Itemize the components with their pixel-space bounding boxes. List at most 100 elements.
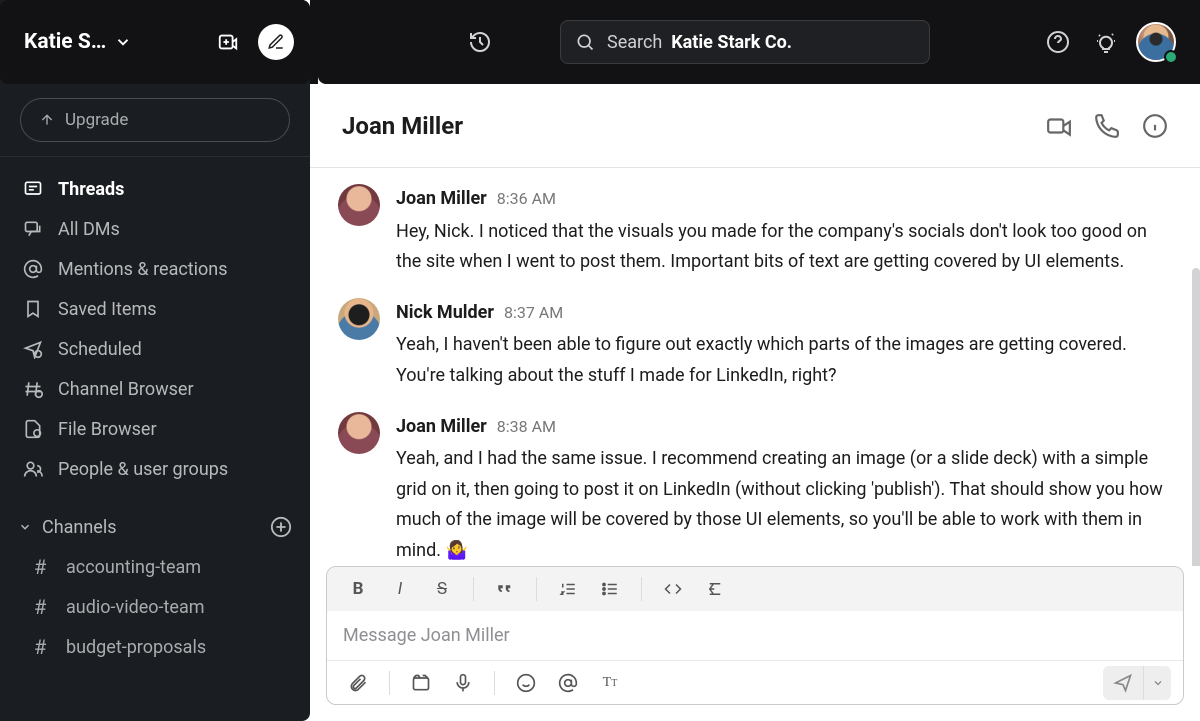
channel-accounting-team[interactable]: # accounting-team (0, 547, 310, 587)
nav-label: People & user groups (58, 459, 228, 480)
channel-audio-video-team[interactable]: # audio-video-team (0, 587, 310, 627)
message: Nick Mulder 8:37 AM Yeah, I haven't been… (326, 288, 1184, 402)
nav-label: Threads (58, 179, 124, 200)
video-clip-button[interactable] (402, 666, 440, 700)
file-browser-icon (22, 419, 44, 439)
message-time: 8:38 AM (497, 413, 556, 440)
search-icon (575, 32, 595, 52)
mention-button[interactable] (549, 666, 587, 700)
channel-budget-proposals[interactable]: # budget-proposals (0, 627, 310, 667)
blockquote-button[interactable] (486, 572, 524, 606)
presence-indicator (1164, 50, 1178, 64)
avatar[interactable] (338, 298, 380, 340)
separator (389, 671, 390, 695)
nav-mentions[interactable]: Mentions & reactions (4, 249, 306, 289)
nav-label: Channel Browser (58, 379, 194, 400)
nav-label: All DMs (58, 219, 120, 240)
sidebar: Katie S… Upgrade Threads (0, 0, 310, 721)
nav-label: File Browser (58, 419, 157, 440)
hash-icon: # (34, 635, 52, 659)
channels-label: Channels (42, 517, 117, 538)
separator (473, 577, 474, 601)
separator (494, 671, 495, 695)
message-time: 8:37 AM (504, 299, 563, 326)
italic-button[interactable]: I (381, 572, 419, 606)
nav-label: Mentions & reactions (58, 259, 228, 280)
upgrade-button[interactable]: Upgrade (20, 98, 290, 142)
channel-label: budget-proposals (66, 637, 206, 658)
message-author[interactable]: Joan Miller (396, 184, 487, 215)
divider (0, 156, 310, 157)
upload-icon (39, 112, 55, 128)
format-toolbar: B I S (327, 567, 1183, 611)
at-icon (22, 259, 44, 279)
message: Joan Miller 8:38 AM Yeah, and I had the … (326, 402, 1184, 566)
nav-saved[interactable]: Saved Items (4, 289, 306, 329)
message-author[interactable]: Joan Miller (396, 412, 487, 443)
attach-button[interactable] (339, 666, 377, 700)
bold-button[interactable]: B (339, 572, 377, 606)
video-call-button[interactable] (1046, 113, 1072, 139)
dm-icon (22, 219, 44, 239)
topbar: Search Katie Stark Co. (318, 0, 1200, 84)
nav-all-dms[interactable]: All DMs (4, 209, 306, 249)
conversation-title[interactable]: Joan Miller (342, 112, 463, 140)
chevron-down-icon (114, 33, 132, 51)
whats-new-button[interactable] (1088, 24, 1124, 60)
message-input[interactable]: Message Joan Miller (327, 611, 1183, 660)
ordered-list-button[interactable] (549, 572, 587, 606)
info-button[interactable] (1142, 113, 1168, 139)
channel-browser-icon (22, 379, 44, 399)
strike-button[interactable]: S (423, 572, 461, 606)
message-author[interactable]: Nick Mulder (396, 298, 494, 329)
code-button[interactable] (654, 572, 692, 606)
message-text: Yeah, and I had the same issue. I recomm… (396, 444, 1172, 566)
nav-threads[interactable]: Threads (4, 169, 306, 209)
nav-scheduled[interactable]: Scheduled (4, 329, 306, 369)
search-placeholder: Search Katie Stark Co. (607, 32, 792, 53)
avatar[interactable] (338, 412, 380, 454)
workspace-switcher[interactable]: Katie S… (0, 0, 310, 84)
search-input[interactable]: Search Katie Stark Co. (560, 20, 930, 64)
scrollbar[interactable] (1192, 268, 1200, 566)
user-menu[interactable] (1136, 22, 1176, 62)
nav-file-browser[interactable]: File Browser (4, 409, 306, 449)
history-button[interactable] (462, 24, 498, 60)
send-options-button[interactable] (1143, 666, 1171, 700)
phone-call-button[interactable] (1094, 113, 1120, 139)
scheduled-icon (22, 339, 44, 359)
nav-label: Saved Items (58, 299, 157, 320)
message-text: Yeah, I haven't been able to figure out … (396, 330, 1172, 391)
channels-header[interactable]: Channels (0, 507, 310, 547)
bullet-list-button[interactable] (591, 572, 629, 606)
people-icon (22, 459, 44, 479)
separator (536, 577, 537, 601)
nav-people[interactable]: People & user groups (4, 449, 306, 489)
message-list[interactable]: Joan Miller 8:36 AM Hey, Nick. I noticed… (310, 168, 1200, 566)
channel-label: accounting-team (66, 557, 201, 578)
nav-label: Scheduled (58, 339, 142, 360)
channel-label: audio-video-team (66, 597, 205, 618)
formatting-toggle-button[interactable]: TT (591, 666, 629, 700)
hash-icon: # (34, 555, 52, 579)
compose-button[interactable] (258, 24, 294, 60)
message-text: Hey, Nick. I noticed that the visuals yo… (396, 217, 1172, 278)
thread-icon (22, 179, 44, 199)
workspace-name: Katie S… (24, 30, 106, 54)
message-time: 8:36 AM (497, 185, 556, 212)
avatar[interactable] (338, 184, 380, 226)
nav-channel-browser[interactable]: Channel Browser (4, 369, 306, 409)
send-button[interactable] (1103, 666, 1143, 700)
add-channel-button[interactable] (270, 516, 292, 538)
emoji-button[interactable] (507, 666, 545, 700)
message-placeholder: Message Joan Miller (343, 625, 510, 646)
composer-actions: TT (327, 660, 1183, 704)
upgrade-label: Upgrade (65, 110, 128, 130)
bookmark-icon (22, 299, 44, 319)
composer: B I S (310, 566, 1200, 721)
help-button[interactable] (1040, 24, 1076, 60)
code-block-button[interactable] (696, 572, 734, 606)
nav-list: Threads All DMs Mentions & reactions Sav… (0, 169, 310, 489)
audio-clip-button[interactable] (444, 666, 482, 700)
huddle-button[interactable] (210, 24, 246, 60)
